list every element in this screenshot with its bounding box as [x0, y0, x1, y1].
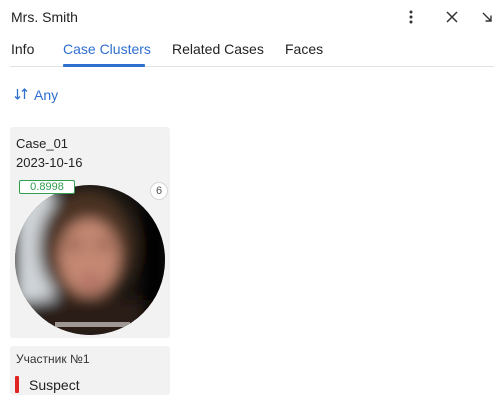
case-name: Case_01	[16, 136, 69, 151]
case-date: 2023-10-16	[16, 155, 83, 170]
status-indicator	[15, 376, 19, 393]
tab-case-clusters[interactable]: Case Clusters	[63, 41, 151, 57]
tab-related-cases[interactable]: Related Cases	[172, 41, 264, 57]
sort-label: Any	[34, 87, 59, 103]
similarity-score-badge: 0.8998	[19, 180, 75, 194]
sort-button[interactable]: Any	[14, 87, 58, 103]
face-count-badge: 6	[150, 182, 168, 200]
tab-faces[interactable]: Faces	[285, 41, 323, 57]
sort-arrows-icon	[14, 87, 28, 103]
active-tab-indicator	[63, 64, 145, 67]
close-icon[interactable]	[441, 6, 463, 28]
tab-info[interactable]: Info	[11, 41, 34, 57]
case-card[interactable]: Case_01 2023-10-16 0.8998 6	[10, 127, 170, 338]
participant-label: Участник №1	[16, 352, 90, 366]
panel-title: Mrs. Smith	[11, 9, 78, 25]
panel-header: Mrs. Smith	[0, 0, 494, 36]
status-label: Suspect	[29, 377, 80, 393]
participant-card[interactable]: Участник №1 Suspect	[10, 346, 170, 395]
tab-bar: Info Case Clusters Related Cases Faces	[0, 36, 494, 67]
more-vertical-icon[interactable]	[400, 6, 422, 28]
face-thumbnail[interactable]	[15, 185, 165, 335]
collapse-arrow-icon[interactable]	[476, 6, 494, 28]
